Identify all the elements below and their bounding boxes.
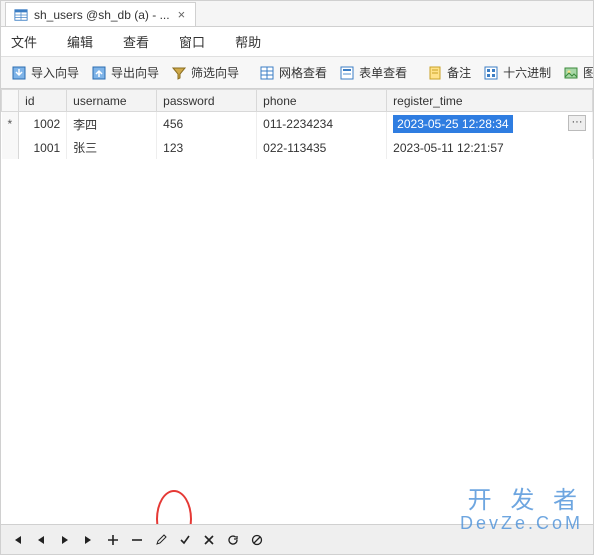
col-id[interactable]: id (19, 90, 67, 112)
tab-close-button[interactable]: × (176, 7, 188, 22)
cell-ellipsis-button[interactable]: ··· (568, 115, 586, 131)
memo-label: 备注 (447, 64, 471, 81)
tab-bar: sh_users @sh_db (a) - ... × (1, 1, 593, 27)
next-record-button[interactable] (57, 532, 73, 548)
memo-icon (427, 65, 443, 81)
filter-wizard-button[interactable]: 筛选向导 (165, 61, 245, 84)
cell-password[interactable]: 456 (157, 112, 257, 137)
data-grid[interactable]: id username password phone register_time… (1, 89, 593, 159)
data-grid-area: id username password phone register_time… (1, 89, 593, 524)
menu-window[interactable]: 窗口 (173, 28, 211, 55)
apply-button[interactable] (177, 532, 193, 548)
image-button[interactable]: 图像 (557, 61, 593, 84)
import-icon (11, 65, 27, 81)
menu-view[interactable]: 查看 (117, 28, 155, 55)
cell-id[interactable]: 1002 (19, 112, 67, 137)
selected-cell-value[interactable]: 2023-05-25 12:28:34 (393, 115, 512, 133)
row-marker (2, 136, 19, 159)
cell-phone[interactable]: 022-113435 (257, 136, 387, 159)
tab-title: sh_users @sh_db (a) - ... (34, 8, 170, 22)
cell-username[interactable]: 张三 (67, 136, 157, 159)
form-view-button[interactable]: 表单查看 (333, 61, 413, 84)
stop-button[interactable] (249, 532, 265, 548)
cancel-button[interactable] (201, 532, 217, 548)
filter-icon (171, 65, 187, 81)
toolbar: 导入向导 导出向导 筛选向导 网格查看 表单查看 备注 十六进制 图像 (1, 57, 593, 89)
image-label: 图像 (583, 64, 593, 81)
form-view-label: 表单查看 (359, 64, 407, 81)
delete-record-button[interactable] (129, 532, 145, 548)
edit-record-button[interactable] (153, 532, 169, 548)
hex-label: 十六进制 (503, 64, 551, 81)
cell-username[interactable]: 李四 (67, 112, 157, 137)
last-record-button[interactable] (81, 532, 97, 548)
table-row[interactable]: *1002李四456011-22342342023-05-25 12:28:34… (2, 112, 593, 137)
image-icon (563, 65, 579, 81)
cell-register-time[interactable]: 2023-05-11 12:21:57 (387, 136, 593, 159)
row-marker: * (2, 112, 19, 137)
export-wizard-label: 导出向导 (111, 64, 159, 81)
menu-edit[interactable]: 编辑 (61, 28, 99, 55)
record-nav-bar (1, 524, 593, 554)
menu-bar: 文件 编辑 查看 窗口 帮助 (1, 27, 593, 57)
col-phone[interactable]: phone (257, 90, 387, 112)
import-wizard-button[interactable]: 导入向导 (5, 61, 85, 84)
menu-file[interactable]: 文件 (5, 28, 43, 55)
cell-id[interactable]: 1001 (19, 136, 67, 159)
grid-view-label: 网格查看 (279, 64, 327, 81)
table-icon (14, 8, 28, 22)
table-row[interactable]: 1001张三123022-1134352023-05-11 12:21:57 (2, 136, 593, 159)
first-record-button[interactable] (9, 532, 25, 548)
active-tab[interactable]: sh_users @sh_db (a) - ... × (5, 2, 196, 26)
menu-help[interactable]: 帮助 (229, 28, 267, 55)
grid-view-button[interactable]: 网格查看 (253, 61, 333, 84)
export-wizard-button[interactable]: 导出向导 (85, 61, 165, 84)
cell-phone[interactable]: 011-2234234 (257, 112, 387, 137)
header-row: id username password phone register_time (2, 90, 593, 112)
import-wizard-label: 导入向导 (31, 64, 79, 81)
filter-wizard-label: 筛选向导 (191, 64, 239, 81)
cell-register-time[interactable]: 2023-05-25 12:28:34 ··· (387, 112, 593, 137)
cell-password[interactable]: 123 (157, 136, 257, 159)
export-icon (91, 65, 107, 81)
hex-icon (483, 65, 499, 81)
add-record-button[interactable] (105, 532, 121, 548)
form-icon (339, 65, 355, 81)
grid-icon (259, 65, 275, 81)
col-register-time[interactable]: register_time (387, 90, 593, 112)
col-username[interactable]: username (67, 90, 157, 112)
col-password[interactable]: password (157, 90, 257, 112)
hex-button[interactable]: 十六进制 (477, 61, 557, 84)
row-marker-header[interactable] (2, 90, 19, 112)
refresh-button[interactable] (225, 532, 241, 548)
prev-record-button[interactable] (33, 532, 49, 548)
memo-button[interactable]: 备注 (421, 61, 477, 84)
